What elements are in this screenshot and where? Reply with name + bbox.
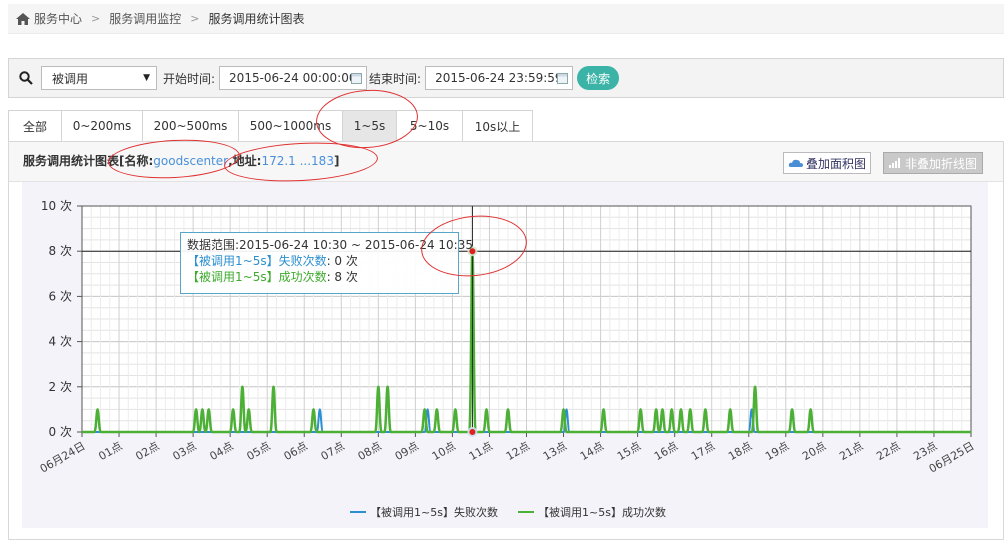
x-tick-label: 11点 <box>467 439 495 463</box>
y-tick-label: 6 次 <box>49 289 72 303</box>
x-tick-label: 08点 <box>356 439 384 463</box>
x-tick-label: 07点 <box>319 439 347 463</box>
tooltip-ok-value: : 8 次 <box>326 270 358 284</box>
x-tick-label: 12点 <box>504 439 532 463</box>
x-tick-label: 17点 <box>689 439 717 463</box>
x-tick-label: 18点 <box>726 439 754 463</box>
y-tick-label: 0 次 <box>49 425 72 439</box>
y-tick-label: 4 次 <box>49 335 72 349</box>
x-tick-label: 01点 <box>96 439 124 463</box>
chart-tooltip: 数据范围:2015-06-24 10:30 ~ 2015-06-24 10:35… <box>180 232 473 294</box>
x-tick-label: 05点 <box>245 439 273 463</box>
x-tick-label: 19点 <box>763 439 791 463</box>
tooltip-fail-value: : 0 次 <box>326 254 358 268</box>
legend-label-success: 【被调用1~5s】成功次数 <box>538 505 666 519</box>
x-tick-label: 06月24日 <box>38 439 88 475</box>
tooltip-fail-row: 【被调用1~5s】失败次数: 0 次 <box>187 253 452 269</box>
y-tick-label: 10 次 <box>41 199 72 213</box>
x-tick-label: 06点 <box>282 439 310 463</box>
y-tick-label: 8 次 <box>49 244 72 258</box>
x-tick-label: 22点 <box>874 439 902 463</box>
tooltip-ok-label: 【被调用1~5s】成功次数 <box>187 270 327 284</box>
x-tick-label: 15点 <box>615 439 643 463</box>
tooltip-fail-label: 【被调用1~5s】失败次数 <box>187 254 327 268</box>
x-tick-label: 14点 <box>578 439 606 463</box>
x-tick-label: 04点 <box>208 439 236 463</box>
x-tick-label: 09点 <box>393 439 421 463</box>
x-tick-label: 16点 <box>652 439 680 463</box>
x-tick-label: 10点 <box>430 439 458 463</box>
tooltip-ok-row: 【被调用1~5s】成功次数: 8 次 <box>187 269 452 285</box>
x-tick-label: 20点 <box>800 439 828 463</box>
x-tick-label: 03点 <box>170 439 198 463</box>
legend-label-fail: 【被调用1~5s】失败次数 <box>370 505 498 519</box>
x-tick-label: 02点 <box>133 439 161 463</box>
y-tick-label: 2 次 <box>49 380 72 394</box>
tooltip-range: 数据范围:2015-06-24 10:30 ~ 2015-06-24 10:35 <box>187 238 473 252</box>
chart-svg: 0 次 2 次 4 次 6 次 8 次 10 次 06月24日 01点 02点 03点 04点 05点… <box>38 199 977 519</box>
x-tick-label: 21点 <box>837 439 865 463</box>
x-tick-label: 13点 <box>541 439 569 463</box>
highlight-point-fail <box>469 429 476 435</box>
